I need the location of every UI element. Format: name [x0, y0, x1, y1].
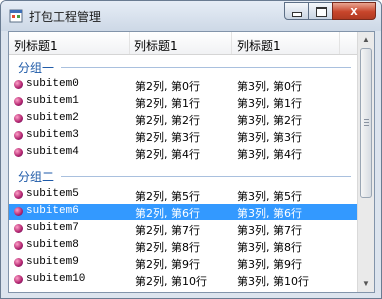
list-item-selected[interactable]: subitem6 第2列, 第6行 第3列, 第6行 [9, 204, 357, 220]
list-item[interactable]: subitem9 第2列, 第9行 第3列, 第9行 [9, 255, 357, 271]
cell-col1: subitem10 [26, 273, 86, 285]
cell-col2: 第2列, 第5行 [135, 190, 200, 203]
cell-col3: 第3列, 第5行 [237, 190, 302, 203]
title-bar[interactable]: 打包工程管理 x [1, 1, 381, 31]
scroll-up-arrow-icon[interactable]: ▲ [358, 32, 374, 48]
cell-col3: 第3列, 第9行 [237, 258, 302, 271]
cell-col3: 第3列, 第6行 [237, 207, 302, 220]
list-item[interactable]: subitem4 第2列, 第4行 第3列, 第4行 [9, 145, 357, 161]
cell-col2: 第2列, 第4行 [135, 148, 200, 161]
vertical-scrollbar[interactable]: ▲ ▼ [357, 32, 374, 292]
group-divider [61, 67, 351, 68]
cell-col1: subitem5 [26, 188, 79, 200]
list-item[interactable]: subitem0 第2列, 第0行 第3列, 第0行 [9, 77, 357, 93]
list-item[interactable]: subitem3 第2列, 第3行 第3列, 第3行 [9, 128, 357, 144]
app-icon [9, 9, 23, 23]
column-header: 列标题1 列标题1 列标题1 [9, 32, 357, 55]
column-divider[interactable] [339, 32, 340, 54]
list-item[interactable]: subitem2 第2列, 第2行 第3列, 第2行 [9, 111, 357, 127]
magenta-orb-icon [14, 131, 23, 140]
cell-col2: 第2列, 第3行 [135, 131, 200, 144]
cell-col2: 第2列, 第7行 [135, 224, 200, 237]
cell-col1: subitem6 [26, 205, 79, 217]
cell-col1: subitem0 [26, 78, 79, 90]
cell-col3: 第3列, 第8行 [237, 241, 302, 254]
column-divider[interactable] [129, 32, 130, 54]
magenta-orb-icon [14, 207, 23, 216]
maximize-icon [316, 7, 327, 17]
group-header[interactable]: 分组一 [9, 57, 357, 75]
cell-col3: 第3列, 第4行 [237, 148, 302, 161]
scroll-down-arrow-icon[interactable]: ▼ [358, 276, 374, 292]
cell-col3: 第3列, 第7行 [237, 224, 302, 237]
cell-col3: 第3列, 第1行 [237, 97, 302, 110]
magenta-orb-icon [14, 97, 23, 106]
column-header-2[interactable]: 列标题1 [134, 37, 178, 54]
magenta-orb-icon [14, 190, 23, 199]
cell-col2: 第2列, 第0行 [135, 80, 200, 93]
magenta-orb-icon [14, 80, 23, 89]
magenta-orb-icon [14, 258, 23, 267]
cell-col2: 第2列, 第10行 [135, 275, 207, 288]
cell-col2: 第2列, 第9行 [135, 258, 200, 271]
window-title: 打包工程管理 [29, 10, 102, 24]
column-header-3[interactable]: 列标题1 [237, 37, 281, 54]
list-item[interactable]: subitem10 第2列, 第10行 第3列, 第10行 [9, 272, 357, 288]
minimize-icon [293, 13, 301, 16]
cell-col2: 第2列, 第8行 [135, 241, 200, 254]
cell-col1: subitem4 [26, 146, 79, 158]
grip-line [364, 119, 369, 120]
scroll-thumb[interactable] [360, 48, 372, 198]
cell-col1: subitem8 [26, 239, 79, 251]
list-item[interactable]: subitem1 第2列, 第1行 第3列, 第1行 [9, 94, 357, 110]
cell-col1: subitem3 [26, 129, 79, 141]
cell-col3: 第3列, 第0行 [237, 80, 302, 93]
cell-col1: subitem2 [26, 112, 79, 124]
cell-col2: 第2列, 第6行 [135, 207, 200, 220]
close-icon: x [350, 3, 358, 18]
app-window: 打包工程管理 x 列标题1 列标题1 列标题1 分组一 subitem0 第2列,… [0, 0, 382, 299]
magenta-orb-icon [14, 148, 23, 157]
cell-col3: 第3列, 第3行 [237, 131, 302, 144]
group-divider [61, 176, 351, 177]
grip-line [364, 122, 369, 123]
cell-col1: subitem1 [26, 95, 79, 107]
cell-col2: 第2列, 第1行 [135, 97, 200, 110]
maximize-button[interactable] [308, 2, 333, 20]
magenta-orb-icon [14, 275, 23, 284]
group-header[interactable]: 分组二 [9, 166, 357, 184]
cell-col1: subitem9 [26, 256, 79, 268]
cell-col2: 第2列, 第2行 [135, 114, 200, 127]
column-header-1[interactable]: 列标题1 [14, 37, 58, 54]
column-divider[interactable] [231, 32, 232, 54]
list-item[interactable]: subitem7 第2列, 第7行 第3列, 第7行 [9, 221, 357, 237]
minimize-button[interactable] [284, 2, 309, 20]
magenta-orb-icon [14, 224, 23, 233]
list-item[interactable]: subitem5 第2列, 第5行 第3列, 第5行 [9, 187, 357, 203]
group-label: 分组二 [18, 170, 55, 184]
group-label: 分组一 [18, 61, 55, 75]
cell-col3: 第3列, 第10行 [237, 275, 309, 288]
list-rows: 分组一 subitem0 第2列, 第0行 第3列, 第0行 subitem1 第2列… [9, 54, 357, 294]
magenta-orb-icon [14, 114, 23, 123]
grip-line [364, 125, 369, 126]
list-item[interactable]: subitem8 第2列, 第8行 第3列, 第8行 [9, 238, 357, 254]
close-button[interactable]: x [332, 2, 376, 20]
cell-col1: subitem7 [26, 222, 79, 234]
cell-col3: 第3列, 第2行 [237, 114, 302, 127]
magenta-orb-icon [14, 241, 23, 250]
list-view[interactable]: 列标题1 列标题1 列标题1 分组一 subitem0 第2列, 第0行 第3列, … [8, 31, 375, 293]
